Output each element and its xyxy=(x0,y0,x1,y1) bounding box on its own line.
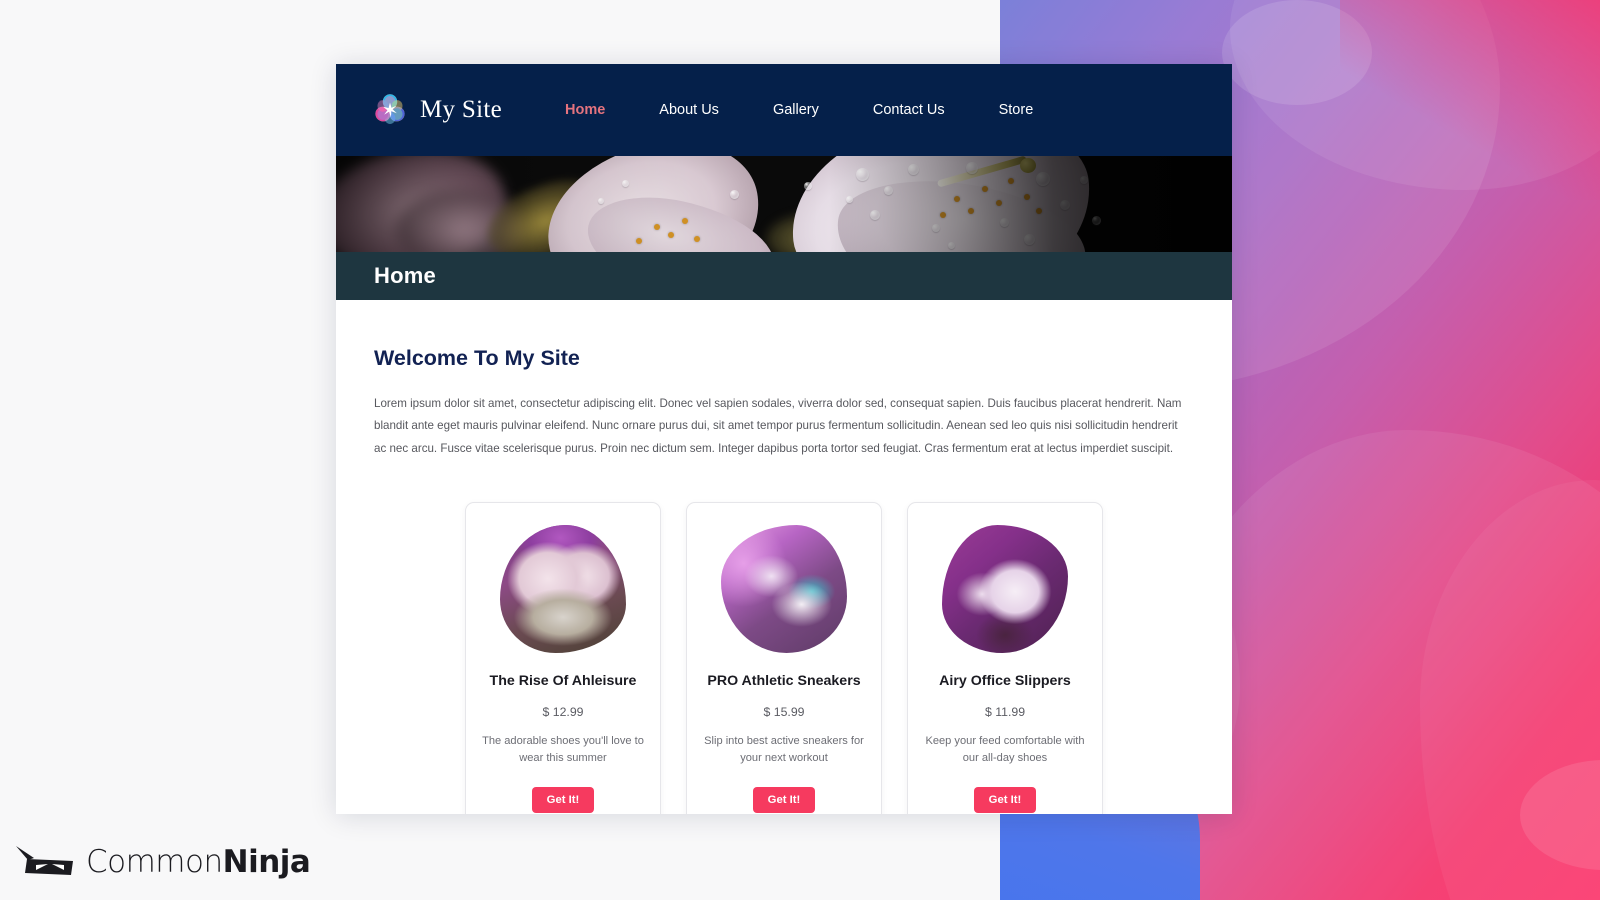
product-image xyxy=(721,525,847,654)
hero-flower-anther xyxy=(668,232,674,238)
water-droplet xyxy=(1092,216,1101,225)
water-droplet xyxy=(1036,172,1050,186)
product-price: $ 15.99 xyxy=(763,704,805,719)
nav-link-home[interactable]: Home xyxy=(538,102,632,118)
ninja-head-icon xyxy=(14,842,76,882)
water-droplet xyxy=(804,182,812,190)
product-card[interactable]: PRO Athletic Sneakers $ 15.99 Slip into … xyxy=(686,502,882,814)
water-droplet xyxy=(598,198,604,204)
hero-flower-anther xyxy=(1008,178,1014,184)
water-droplet xyxy=(908,164,919,175)
product-card[interactable]: The Rise Of Ahleisure $ 12.99 The adorab… xyxy=(465,502,661,814)
hero-flower-anther xyxy=(982,186,988,192)
website-preview-frame: My Site Home About Us Gallery Contact Us… xyxy=(336,64,1232,814)
intro-paragraph: Lorem ipsum dolor sit amet, consectetur … xyxy=(374,397,1182,455)
water-droplet xyxy=(966,162,978,174)
water-droplet xyxy=(856,168,869,181)
hero-flower-anther xyxy=(682,218,688,224)
water-droplet xyxy=(622,180,629,187)
hero-flower-anther xyxy=(1036,208,1042,214)
product-name: The Rise Of Ahleisure xyxy=(489,673,637,690)
product-description: Slip into best active sneakers for your … xyxy=(704,734,864,765)
product-description: Keep your feed comfortable with our all-… xyxy=(925,734,1085,765)
nav-link-about-us[interactable]: About Us xyxy=(632,102,746,118)
watermark-text-common: Common xyxy=(86,844,223,880)
nav-links: Home About Us Gallery Contact Us Store xyxy=(538,102,1060,118)
hero-flower-anther xyxy=(1024,194,1030,200)
product-image xyxy=(500,525,626,654)
product-photo xyxy=(721,525,847,654)
get-it-button[interactable]: Get It! xyxy=(752,787,816,814)
welcome-heading: Welcome To My Site xyxy=(374,346,580,370)
water-droplet xyxy=(1080,176,1088,184)
product-price: $ 11.99 xyxy=(984,704,1026,719)
nav-link-gallery[interactable]: Gallery xyxy=(746,102,846,118)
nav-link-store[interactable]: Store xyxy=(972,102,1061,118)
product-photo xyxy=(942,525,1068,654)
product-photo xyxy=(500,525,626,654)
water-droplet xyxy=(1060,200,1070,210)
hero-flower-anther xyxy=(996,200,1002,206)
water-droplet xyxy=(1024,234,1035,245)
hero-flower-stamen xyxy=(1020,158,1036,173)
nav-link-contact-us[interactable]: Contact Us xyxy=(846,102,972,118)
hero-flower-anther xyxy=(636,238,642,244)
water-droplet xyxy=(948,242,955,249)
commonninja-watermark: CommonNinja xyxy=(14,842,311,882)
water-droplet xyxy=(1000,218,1009,227)
brand-title: My Site xyxy=(420,96,502,123)
colorful-flower-logo-icon xyxy=(374,94,406,126)
water-droplet xyxy=(846,196,853,203)
water-droplet xyxy=(870,210,880,220)
water-droplet xyxy=(884,186,893,195)
hero-flower-anther xyxy=(694,236,700,242)
product-name: Airy Office Slippers xyxy=(939,673,1071,690)
watermark-text-ninja: Ninja xyxy=(222,844,311,880)
hero-flower-anther xyxy=(654,224,660,230)
product-card[interactable]: Airy Office Slippers $ 11.99 Keep your f… xyxy=(907,502,1103,814)
water-droplet xyxy=(730,190,739,199)
hero-flower-anther xyxy=(968,208,974,214)
product-description: The adorable shoes you'll love to wear t… xyxy=(482,734,644,765)
page-title: Home xyxy=(374,263,436,288)
hero-banner-image xyxy=(336,156,1232,252)
main-content: Welcome To My Site Lorem ipsum dolor sit… xyxy=(336,300,1232,814)
hero-flower-anther xyxy=(954,196,960,202)
get-it-button[interactable]: Get It! xyxy=(531,787,595,814)
water-droplet xyxy=(932,224,940,232)
product-name: PRO Athletic Sneakers xyxy=(707,673,861,690)
product-price: $ 12.99 xyxy=(542,704,584,719)
product-image xyxy=(942,525,1068,654)
watermark-text: CommonNinja xyxy=(86,844,311,880)
page-title-band: Home xyxy=(336,252,1232,300)
site-brand[interactable]: My Site xyxy=(374,94,502,126)
site-navigation-bar: My Site Home About Us Gallery Contact Us… xyxy=(336,64,1232,156)
product-grid: The Rise Of Ahleisure $ 12.99 The adorab… xyxy=(374,502,1194,814)
hero-flower-anther xyxy=(940,212,946,218)
get-it-button[interactable]: Get It! xyxy=(973,787,1037,814)
